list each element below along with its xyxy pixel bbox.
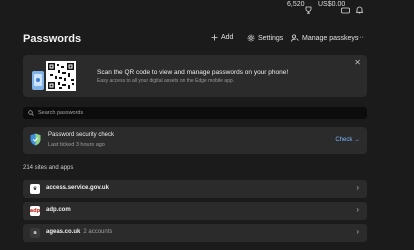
banner-subtitle: Easy access to all your digital assets o… — [97, 78, 235, 84]
site-name: access.service.gov.uk — [46, 185, 109, 191]
security-check-title: Password security check — [48, 132, 115, 138]
banner-title: Scan the QR code to view and manage pass… — [97, 69, 289, 76]
add-password-button[interactable]: Add — [211, 34, 233, 41]
site-domain: ageas.co.uk — [46, 229, 81, 235]
more-options-button[interactable]: ··· — [357, 34, 364, 41]
settings-button[interactable]: Settings — [247, 34, 283, 42]
search-icon — [28, 110, 34, 116]
password-security-check-card: Password security check Last ticked 3 ho… — [23, 127, 367, 154]
close-banner-icon[interactable]: ✕ — [354, 58, 361, 67]
adp-logo-icon: adp — [29, 206, 41, 216]
notifications-bell-icon[interactable] — [355, 1, 364, 19]
site-domain: adp.com — [46, 207, 71, 213]
wallet-icon[interactable] — [341, 1, 350, 19]
gov-uk-crown-icon: ♛ — [30, 184, 40, 194]
site-name: ageas.co.uk 2 accounts — [46, 229, 112, 235]
settings-label: Settings — [258, 34, 284, 42]
manage-passkeys-button[interactable]: Manage passkeys — [291, 34, 358, 42]
search-passwords-field[interactable] — [23, 107, 367, 119]
site-name: adp.com — [46, 207, 71, 213]
manage-passkeys-label: Manage passkeys — [302, 34, 359, 42]
sites-count-label: 214 sites and apps — [23, 165, 74, 171]
shield-check-icon — [30, 133, 41, 146]
site-row-access-service-gov-uk[interactable]: ♛ access.service.gov.uk › — [23, 180, 367, 198]
phone-qr-illustration-icon — [32, 61, 76, 91]
mobile-app-banner: Scan the QR code to view and manage pass… — [23, 55, 367, 97]
add-label: Add — [221, 34, 234, 41]
more-options-icon: ··· — [357, 34, 364, 41]
site-row-adp-com[interactable]: adp adp.com › — [23, 202, 367, 220]
gear-icon — [247, 34, 255, 42]
page-title: Passwords — [23, 33, 82, 45]
search-input[interactable] — [38, 110, 338, 116]
chevron-right-icon: › — [356, 205, 359, 214]
site-row-ageas-co-uk[interactable]: a ageas.co.uk 2 accounts › — [23, 224, 367, 242]
account-count: 2 accounts — [83, 229, 113, 235]
passwords-page: 6,520 US$0.00 Passwords Add Settings Man… — [0, 0, 414, 250]
site-domain: access.service.gov.uk — [46, 185, 109, 191]
check-button[interactable]: Check → — [335, 137, 360, 143]
passkey-icon — [291, 34, 299, 42]
chevron-right-icon: › — [356, 227, 359, 236]
plus-icon — [211, 34, 218, 41]
top-bar: 6,520 US$0.00 — [0, 0, 414, 14]
rewards-points[interactable]: 6,520 — [287, 1, 305, 8]
security-check-subtitle: Last ticked 3 hours ago — [48, 142, 105, 148]
globe-icon: a — [30, 228, 40, 238]
chevron-right-icon: › — [356, 183, 359, 192]
rewards-trophy-icon[interactable] — [305, 1, 312, 19]
